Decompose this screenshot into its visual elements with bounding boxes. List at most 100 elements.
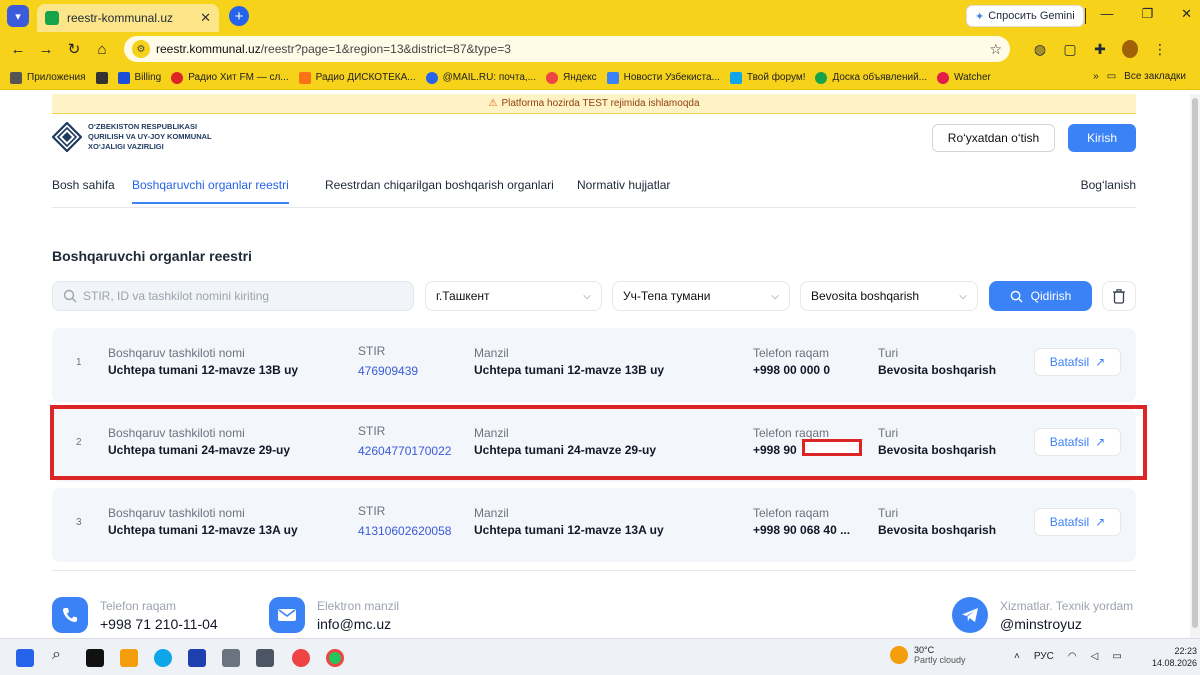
phone-cell: Telefon raqam +998 00 000 0 <box>753 346 830 377</box>
bookmark-ads[interactable]: Доска объявлений... <box>815 71 927 84</box>
screenshot-icon[interactable]: ▢ <box>1062 41 1078 57</box>
chrome-icon[interactable] <box>326 649 344 667</box>
close-window-icon[interactable]: ✕ <box>1181 6 1192 22</box>
window-controls: — ❐ ✕ <box>1100 6 1192 22</box>
store-icon[interactable] <box>188 649 206 667</box>
camera-icon[interactable] <box>222 649 240 667</box>
forward-icon[interactable]: → <box>32 41 60 58</box>
nav-home[interactable]: Bosh sahifa <box>52 178 115 192</box>
search-box[interactable] <box>52 281 414 311</box>
app-icon[interactable] <box>292 649 310 667</box>
bookmark-grid[interactable] <box>95 71 108 84</box>
details-button[interactable]: Batafsil ↗ <box>1034 508 1121 536</box>
menu-dots-icon[interactable]: ⋮ <box>1152 41 1168 57</box>
minimize-icon[interactable]: — <box>1100 6 1113 22</box>
stir-cell: STIR 476909439 <box>358 344 418 378</box>
site-info-icon[interactable]: ⚙ <box>132 40 150 58</box>
footer-phone-number[interactable]: +998 71 210-11-04 <box>100 616 218 632</box>
battery-icon[interactable]: ▭ <box>1112 651 1121 662</box>
close-tab-icon[interactable]: ✕ <box>200 10 211 26</box>
bookmark-watcher[interactable]: Watcher <box>937 71 991 84</box>
search-icon <box>1010 290 1023 303</box>
ministry-logo[interactable]: O‘ZBEKISTON RESPUBLIKASI QURILISH VA UY-… <box>52 122 212 152</box>
register-button[interactable]: Ro‘yxatdan o‘tish <box>932 124 1055 152</box>
wifi-icon[interactable]: ◠ <box>1068 651 1077 662</box>
search-button[interactable]: Qidirish <box>989 281 1092 311</box>
bookmark-star-icon[interactable]: ☆ <box>989 41 1002 58</box>
column-label: Turi <box>878 346 899 360</box>
page-scrollbar[interactable] <box>1190 94 1200 638</box>
banner-text: Platforma hozirda TEST rejimida ishlamoq… <box>501 98 700 109</box>
stir-link[interactable]: 41310602620058 <box>358 524 451 538</box>
chevron-up-icon[interactable]: ˄ <box>1014 651 1020 662</box>
translate-icon[interactable]: ◍ <box>1032 41 1048 57</box>
volume-icon[interactable]: ◁ <box>1091 651 1099 662</box>
nav-registry[interactable]: Boshqaruvchi organlar reestri <box>132 178 289 204</box>
type-value: Bevosita boshqarish <box>811 289 920 303</box>
district-select[interactable]: Уч-Тепа тумани ⌵ <box>612 281 790 311</box>
ask-gemini-button[interactable]: ✦ Спросить Gemini <box>966 5 1084 27</box>
address: Uchtepa tumani 12-mavze 13A uy <box>474 523 664 537</box>
site-favicon-icon <box>45 11 59 25</box>
clock[interactable]: 22:23 14.08.2026 <box>1152 645 1197 669</box>
address-bar[interactable]: ⚙ reestr.kommunal.uz/reestr?page=1&regio… <box>124 36 1010 62</box>
task-view-icon[interactable] <box>86 649 104 667</box>
nav-contact[interactable]: Bog‘lanish <box>1081 178 1136 192</box>
bookmark-forum[interactable]: Твой форум! <box>729 71 805 84</box>
bookmark-radio-disco[interactable]: Радио ДИСКОТЕКА... <box>298 71 416 84</box>
footer-email-address[interactable]: info@mc.uz <box>317 616 399 632</box>
arrow-up-right-icon: ↗ <box>1095 515 1106 529</box>
region-value: г.Ташкент <box>436 289 490 303</box>
language-indicator[interactable]: РУС <box>1034 651 1054 662</box>
search-icon[interactable]: ⌕ <box>52 646 70 664</box>
details-button[interactable]: Batafsil ↗ <box>1034 428 1121 456</box>
scrollbar-thumb[interactable] <box>1192 98 1198 628</box>
bookmark-mail[interactable]: @MAIL.RU: почта,... <box>425 71 536 84</box>
bookmark-news[interactable]: Новости Узбекиста... <box>606 71 720 84</box>
search-icon <box>63 289 77 303</box>
all-bookmarks[interactable]: » ▭ Все закладки <box>1093 71 1186 82</box>
gemini-label: Спросить Gemini <box>988 10 1075 22</box>
gemini-icon: ✦ <box>975 10 985 23</box>
extensions-area: ◍ ▢ ✚ ⋮ <box>1032 40 1168 58</box>
reload-icon[interactable]: ↻ <box>60 40 88 58</box>
column-label: Manzil <box>474 506 509 520</box>
more-bookmarks-icon[interactable]: » <box>1093 71 1099 82</box>
search-input[interactable] <box>83 289 403 303</box>
details-button[interactable]: Batafsil ↗ <box>1034 348 1121 376</box>
bookmark-apps[interactable]: Приложения <box>10 71 86 84</box>
windows-start-icon[interactable] <box>16 649 34 667</box>
row-number: 1 <box>76 357 82 368</box>
column-label: Turi <box>878 426 899 440</box>
url-text: reestr.kommunal.uz/reestr?page=1&region=… <box>156 42 511 56</box>
file-explorer-icon[interactable] <box>120 649 138 667</box>
nav-normative[interactable]: Normativ hujjatlar <box>577 178 670 192</box>
calculator-icon[interactable] <box>256 649 274 667</box>
back-icon[interactable]: ← <box>4 41 32 58</box>
column-label: Manzil <box>474 346 509 360</box>
tab-search-icon[interactable]: ▾ <box>7 5 29 27</box>
nav-excluded[interactable]: Reestrdan chiqarilgan boshqarish organla… <box>325 178 554 192</box>
browser-tab[interactable]: reestr-kommunal.uz ✕ <box>37 4 219 32</box>
bookmark-billing[interactable]: Billing <box>117 71 161 84</box>
window-divider <box>1085 8 1086 24</box>
extensions-icon[interactable]: ✚ <box>1092 41 1108 57</box>
new-tab-button[interactable]: + <box>229 6 249 26</box>
clear-filters-button[interactable] <box>1102 281 1136 311</box>
arrow-up-right-icon: ↗ <box>1095 435 1106 449</box>
chevron-down-icon: ⌵ <box>959 290 967 302</box>
bookmark-radio-hit[interactable]: Радио Хит FM — сл... <box>171 71 289 84</box>
restore-icon[interactable]: ❐ <box>1141 6 1153 22</box>
type-select[interactable]: Bevosita boshqarish ⌵ <box>800 281 978 311</box>
home-icon[interactable]: ⌂ <box>88 41 116 58</box>
telegram-icon <box>952 597 988 633</box>
edge-icon[interactable] <box>154 649 172 667</box>
login-button[interactable]: Kirish <box>1068 124 1136 152</box>
stir-link[interactable]: 42604770170022 <box>358 444 451 458</box>
footer-support-handle[interactable]: @minstroyuz <box>1000 616 1133 632</box>
weather-widget[interactable]: 30°C Partly cloudy <box>890 645 966 665</box>
stir-link[interactable]: 476909439 <box>358 364 418 378</box>
bookmark-yandex[interactable]: Яндекс <box>546 71 597 84</box>
profile-avatar[interactable] <box>1122 40 1138 58</box>
region-select[interactable]: г.Ташкент ⌵ <box>425 281 602 311</box>
